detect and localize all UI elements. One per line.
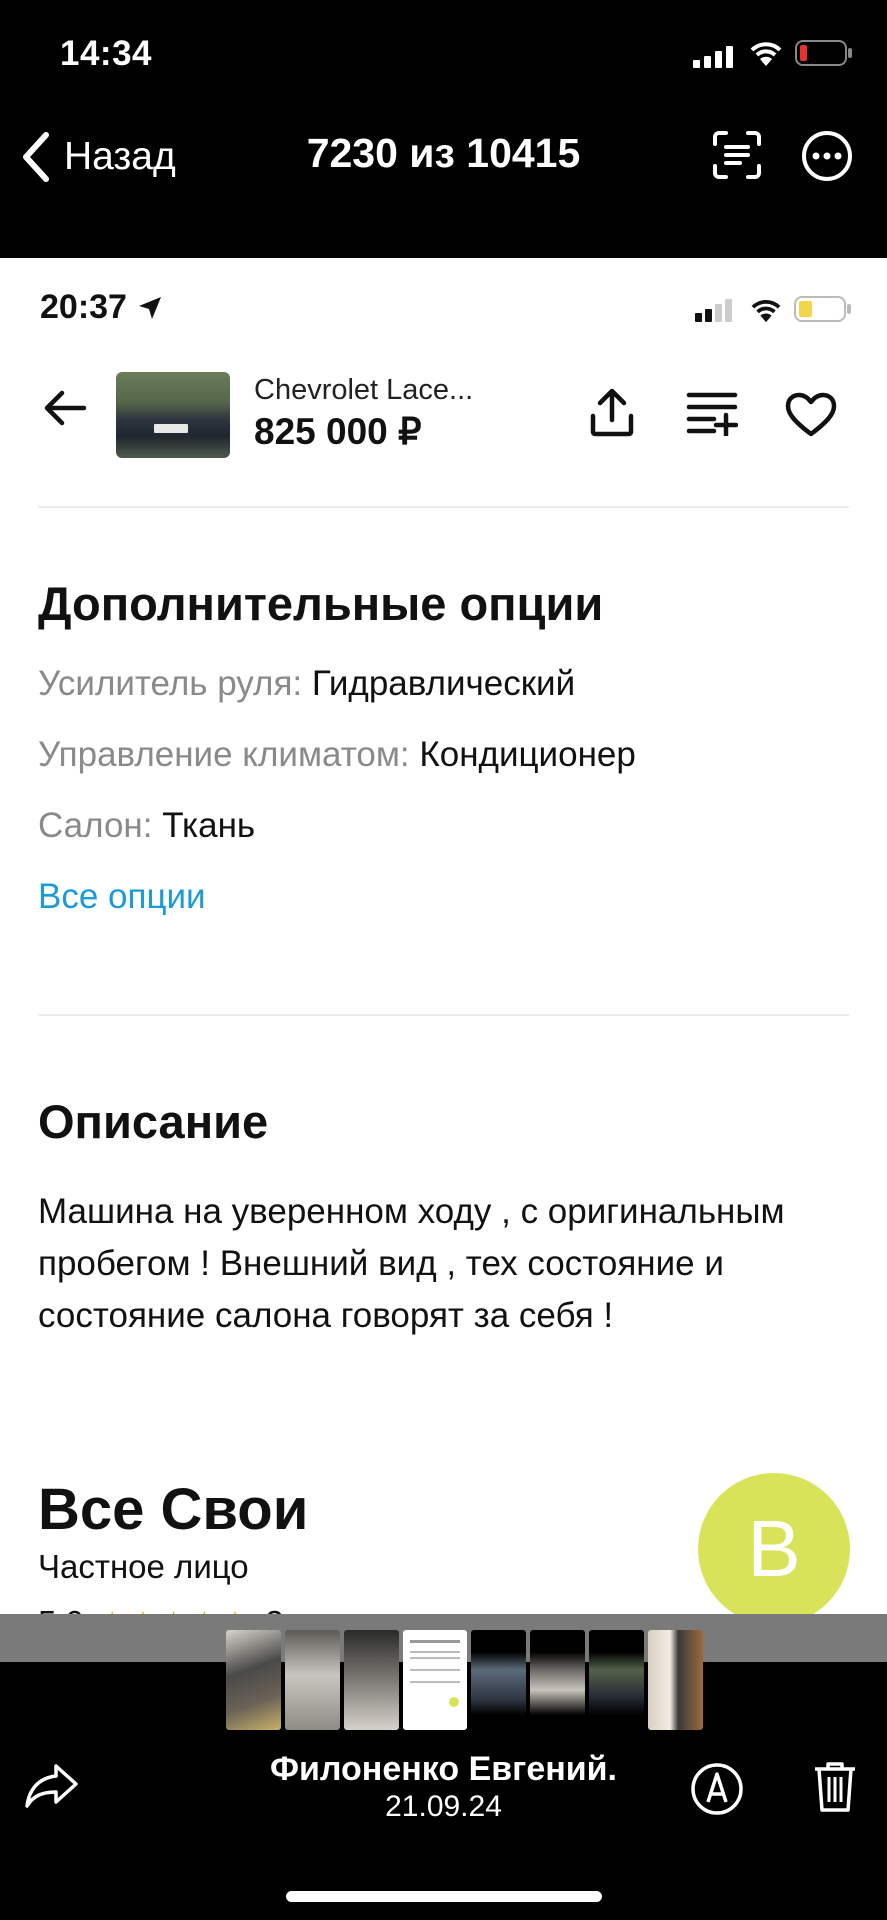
- rating-stars-icon: ★★★★★: [98, 1604, 251, 1614]
- compare-button[interactable]: [686, 390, 739, 441]
- share-button[interactable]: [588, 388, 636, 443]
- outer-wifi-icon: [748, 38, 784, 73]
- outer-signal-icon: [693, 44, 735, 73]
- inner-wifi-icon: [749, 296, 783, 329]
- inner-battery-icon: [794, 296, 852, 329]
- compare-list-icon: [686, 392, 739, 438]
- trash-icon: [815, 1762, 855, 1812]
- photo-thumbnail[interactable]: [226, 1630, 281, 1730]
- description-text: Машина на уверенном ходу , с оригинальны…: [38, 1192, 785, 1335]
- option-row: Салон: Ткань: [38, 806, 255, 846]
- option-value: Кондиционер: [419, 735, 636, 774]
- option-label: Усилитель руля:: [38, 664, 303, 703]
- option-label: Управление климатом:: [38, 735, 410, 774]
- car-thumbnail[interactable]: [116, 372, 230, 458]
- seller-name[interactable]: Все Свои: [38, 1476, 308, 1543]
- photo-thumbnail-selected[interactable]: [403, 1630, 467, 1730]
- photo-thumbnail[interactable]: [285, 1630, 340, 1730]
- outer-battery-icon: [795, 40, 853, 71]
- live-text-button[interactable]: [712, 130, 762, 185]
- photo-thumbnail[interactable]: [530, 1630, 585, 1730]
- seller-type: Частное лицо: [38, 1548, 249, 1585]
- photo-thumbnail[interactable]: [471, 1630, 526, 1730]
- markup-pen-icon: [691, 1763, 743, 1815]
- share-icon: [590, 388, 634, 437]
- description-heading: Описание: [38, 1095, 269, 1148]
- options-heading: Дополнительные опции: [38, 577, 604, 630]
- markup-button[interactable]: [690, 1762, 744, 1821]
- seller-rating[interactable]: 5.0 ★★★★★ 3 отзыва: [38, 1604, 400, 1614]
- heart-icon: [785, 392, 837, 437]
- location-arrow-icon: [138, 296, 161, 319]
- option-label: Салон:: [38, 806, 153, 845]
- photo-thumbnail[interactable]: [648, 1630, 703, 1730]
- photo-thumbnail[interactable]: [589, 1630, 644, 1730]
- rating-value: 5.0: [38, 1604, 84, 1614]
- seller-avatar[interactable]: В: [698, 1473, 850, 1614]
- delete-button[interactable]: [812, 1760, 858, 1819]
- screenshot-image[interactable]: 20:37 Chevrolet Lace... 825 000 ₽ Дополн…: [0, 258, 887, 1614]
- more-button[interactable]: [801, 130, 853, 187]
- thumbnail-strip[interactable]: [226, 1630, 703, 1730]
- license-plate: [154, 424, 188, 433]
- arrow-left-icon: [44, 390, 87, 426]
- photo-author: Филоненко Евгений.: [269, 1750, 618, 1788]
- option-row: Усилитель руля: Гидравлический: [38, 664, 575, 704]
- car-price: 825 000 ₽: [254, 411, 422, 452]
- more-icon: [802, 131, 852, 181]
- car-title: Chevrolet Lace...: [254, 374, 474, 406]
- reviews-count: 3 отзыва: [265, 1604, 400, 1614]
- option-value: Гидравлический: [311, 664, 576, 703]
- listing-back-button[interactable]: [42, 388, 88, 433]
- home-indicator[interactable]: [286, 1891, 602, 1902]
- all-options-link[interactable]: Все опции: [38, 877, 206, 917]
- options-divider: [38, 1014, 849, 1016]
- text-scan-icon: [713, 131, 761, 179]
- inner-signal-icon: [695, 298, 735, 327]
- favorite-button[interactable]: [785, 392, 837, 443]
- outer-status-time: 14:34: [60, 34, 153, 73]
- option-value: Ткань: [162, 806, 256, 845]
- option-row: Управление климатом: Кондиционер: [38, 735, 636, 775]
- photo-thumbnail[interactable]: [344, 1630, 399, 1730]
- photo-date: 21.09.24: [385, 1790, 502, 1823]
- header-divider: [38, 506, 849, 508]
- inner-status-time: 20:37: [40, 288, 163, 327]
